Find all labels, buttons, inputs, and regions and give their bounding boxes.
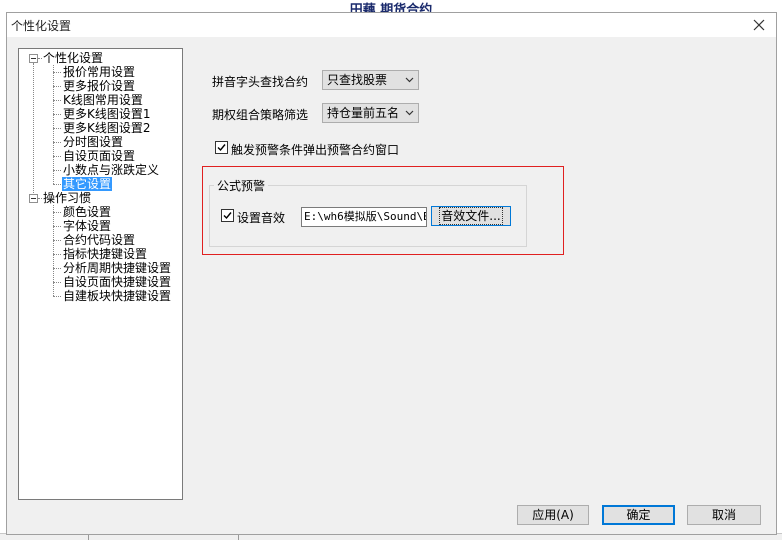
tree-connector	[53, 254, 61, 255]
tree-item[interactable]: 小数点与涨跌定义	[62, 163, 160, 177]
sound-checkbox[interactable]	[221, 209, 234, 222]
checkmark-icon	[223, 212, 232, 220]
tree-item[interactable]: 指标快捷键设置	[62, 247, 148, 261]
tree-item[interactable]: 自设页面快捷键设置	[62, 275, 172, 289]
tree-item-selected[interactable]: 其它设置	[62, 177, 113, 191]
tree-group-habits[interactable]: 操作习惯	[42, 191, 92, 205]
tree-connector	[33, 63, 34, 203]
chevron-down-icon	[405, 77, 414, 83]
tree-item[interactable]: 分时图设置	[62, 135, 124, 149]
chevron-down-icon	[405, 110, 414, 116]
tree-item[interactable]: 合约代码设置	[62, 233, 136, 247]
tree-item[interactable]: 更多报价设置	[62, 79, 136, 93]
pinyin-search-select[interactable]: 只查找股票	[322, 70, 419, 90]
tree-connector	[53, 142, 61, 143]
collapse-icon[interactable]	[29, 54, 38, 63]
tree-item[interactable]: 颜色设置	[62, 205, 112, 219]
tree-item[interactable]: 自设页面设置	[62, 149, 136, 163]
ok-button[interactable]: 确定	[602, 505, 675, 525]
tree-item[interactable]: 自建板块快捷键设置	[62, 289, 172, 303]
tree-connector	[53, 128, 61, 129]
settings-tree[interactable]: 个性化设置 报价常用设置 更多报价设置 K线图常用设置 更多K线图设置1 更多K…	[18, 48, 183, 500]
tree-connector	[53, 72, 61, 73]
tree-connector	[53, 114, 61, 115]
alert-popup-checkbox[interactable]	[215, 141, 228, 154]
tree-group-personal[interactable]: 个性化设置	[42, 51, 104, 65]
collapse-icon[interactable]	[29, 194, 38, 203]
tree-item[interactable]: 分析周期快捷键设置	[62, 261, 172, 275]
sound-file-button-label: 音效文件...	[439, 207, 503, 225]
pinyin-search-label: 拼音字头查找合约	[212, 75, 309, 89]
tree-connector	[53, 86, 61, 87]
close-icon	[753, 19, 765, 31]
tree-connector	[53, 282, 61, 283]
tree-item[interactable]: K线图常用设置	[62, 93, 144, 107]
tree-connector	[53, 65, 54, 184]
option-strategy-value: 持仓量前五名	[327, 106, 400, 120]
tree-connector	[53, 100, 61, 101]
tree-item[interactable]: 字体设置	[62, 219, 112, 233]
tree-item[interactable]: 报价常用设置	[62, 65, 136, 79]
tree-connector	[53, 156, 61, 157]
tree-connector	[53, 184, 61, 185]
option-strategy-label: 期权组合策略筛选	[212, 108, 309, 122]
pinyin-search-value: 只查找股票	[327, 73, 388, 87]
dialog-titlebar: 个性化设置	[7, 13, 776, 37]
alert-popup-label: 触发预警条件弹出预警合约窗口	[231, 143, 400, 157]
apply-button[interactable]: 应用(A)	[517, 505, 589, 525]
sound-file-button[interactable]: 音效文件...	[431, 206, 511, 226]
tree-connector	[53, 212, 61, 213]
tree-connector	[53, 226, 61, 227]
tree-connector	[53, 170, 61, 171]
dialog-title: 个性化设置	[11, 19, 72, 33]
tree-item[interactable]: 更多K线图设置1	[62, 107, 152, 121]
tree-item[interactable]: 更多K线图设置2	[62, 121, 152, 135]
tree-connector	[53, 240, 61, 241]
tree-connector	[53, 268, 61, 269]
option-strategy-select[interactable]: 持仓量前五名	[322, 103, 419, 123]
sound-label: 设置音效	[237, 211, 286, 225]
settings-dialog: 个性化设置 个性化设置 报价常用设置 更多报价设置 K线图常用设置 更多K线图设…	[6, 12, 777, 535]
close-button[interactable]	[750, 16, 768, 34]
sound-path-input[interactable]: E:\wh6模拟版\Sound\B	[301, 207, 427, 227]
formula-alert-title: 公式预警	[214, 177, 269, 194]
tree-connector	[53, 296, 61, 297]
checkmark-icon	[217, 144, 226, 152]
cancel-button[interactable]: 取消	[687, 505, 761, 525]
